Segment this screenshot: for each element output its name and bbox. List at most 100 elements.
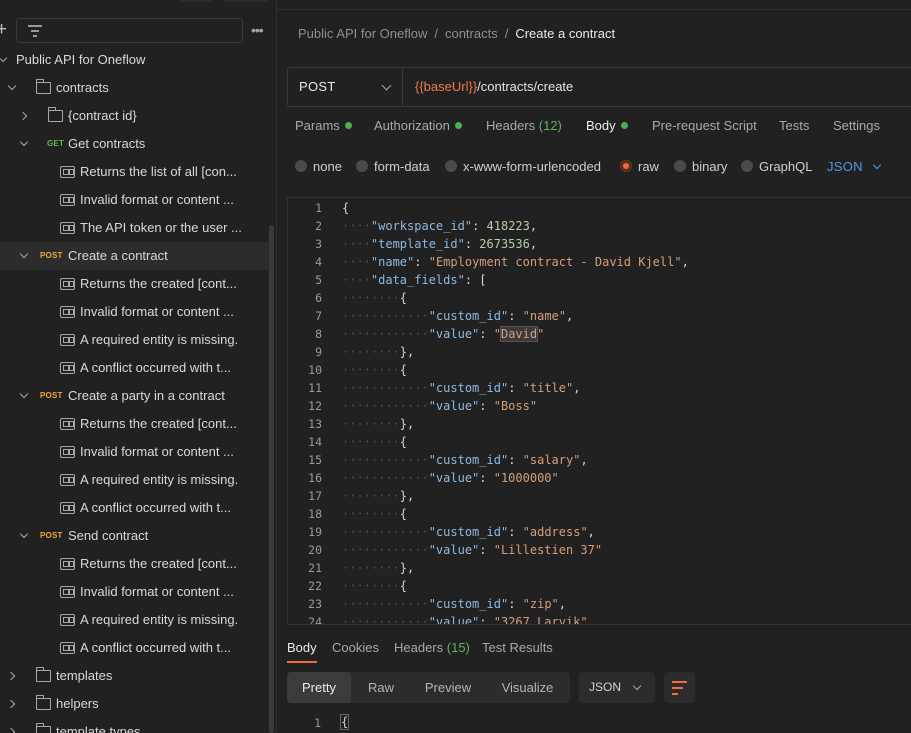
sidebar-toolbar: + •••: [0, 16, 277, 46]
response-tab-cookies[interactable]: Cookies: [332, 640, 379, 655]
tree-example-item[interactable]: Invalid format or content ...: [0, 578, 270, 606]
tree-example-item[interactable]: A conflict occurred with t...: [0, 634, 270, 662]
chevron-down-icon: [872, 160, 882, 170]
tree-folder-item[interactable]: contracts: [0, 74, 270, 102]
tree-folder-item[interactable]: template types: [0, 718, 270, 733]
response-tab-test-results[interactable]: Test Results: [482, 640, 553, 655]
chevron-down-icon[interactable]: [19, 382, 31, 410]
chevron-down-icon[interactable]: [0, 46, 10, 74]
chevron-right-icon[interactable]: [19, 102, 31, 130]
mode-none[interactable]: none: [295, 159, 342, 174]
chevron-right-icon[interactable]: [7, 718, 19, 733]
json-number: 418223: [486, 219, 530, 233]
filter-input[interactable]: [16, 18, 243, 43]
tab-headers[interactable]: Headers (12): [486, 118, 562, 144]
breadcrumb-separator: /: [434, 26, 438, 41]
tab-params[interactable]: Params: [295, 118, 352, 144]
mode-binary[interactable]: binary: [674, 159, 727, 174]
response-tab-headers[interactable]: Headers (15): [394, 640, 470, 655]
tree-request-item[interactable]: POST Create a party in a contract: [0, 382, 270, 410]
mode-graphql[interactable]: GraphQL: [741, 159, 812, 174]
body-code-editor[interactable]: 1 2 3 4 5 6 7 8 9 10 11 12 13 14 15 16 17 18 19 20 21 22 23 24 …: [287, 197, 911, 625]
tree-folder-item[interactable]: templates: [0, 662, 270, 690]
json-key: "custom_id": [428, 597, 509, 611]
json-punctuation: :: [479, 327, 494, 341]
response-language-select[interactable]: JSON: [579, 672, 655, 703]
tree-folder-item[interactable]: {contract id}: [0, 102, 270, 130]
view-raw-button[interactable]: Raw: [351, 672, 411, 703]
whitespace-marker: ····: [342, 237, 371, 251]
view-visualize-button[interactable]: Visualize: [485, 672, 570, 703]
code-content[interactable]: {····"workspace_id": 418223, ····"templat…: [342, 198, 911, 624]
new-item-button[interactable]: +: [0, 19, 10, 43]
method-select[interactable]: POST: [288, 68, 403, 106]
json-key: "name": [370, 255, 415, 269]
tree-example-item[interactable]: A required entity is missing.: [0, 606, 270, 634]
tree-item-label: A conflict occurred with t...: [80, 640, 232, 655]
tree-item-label: Create a party in a contract: [68, 388, 225, 403]
view-pretty-button[interactable]: Pretty: [287, 672, 351, 703]
tree-request-item[interactable]: POST Create a contract: [0, 242, 270, 270]
toolbar-button-partial[interactable]: [222, 0, 270, 2]
response-body-viewer[interactable]: 1 {: [277, 714, 911, 733]
json-punctuation: ,: [566, 309, 574, 323]
toolbar-button-partial[interactable]: [178, 0, 214, 2]
view-preview-button[interactable]: Preview: [411, 672, 485, 703]
tree-folder-item[interactable]: helpers: [0, 690, 270, 718]
tab-label: Params: [295, 118, 340, 133]
wrap-lines-button[interactable]: [664, 672, 695, 703]
tree-example-item[interactable]: A required entity is missing.: [0, 466, 270, 494]
tree-request-item[interactable]: GET Get contracts: [0, 130, 270, 158]
chevron-down-icon[interactable]: [19, 522, 31, 550]
language-select[interactable]: JSON: [827, 159, 863, 174]
tree-example-item[interactable]: The API token or the user ...: [0, 214, 270, 242]
breadcrumb-current[interactable]: Create a contract: [515, 26, 615, 41]
example-icon: [60, 362, 75, 374]
tree-item-label: Returns the created [cont...: [80, 556, 237, 571]
chevron-down-icon[interactable]: [19, 242, 31, 270]
tree-example-item[interactable]: A required entity is missing.: [0, 326, 270, 354]
tab-settings[interactable]: Settings: [833, 118, 880, 144]
tree-collection-item[interactable]: Public API for Oneflow: [0, 46, 270, 74]
line-number: 22: [308, 579, 322, 593]
tree-example-item[interactable]: Returns the created [cont...: [0, 270, 270, 298]
tree-example-item[interactable]: Invalid format or content ...: [0, 186, 270, 214]
chevron-right-icon[interactable]: [7, 662, 19, 690]
example-icon: [60, 642, 75, 654]
sidebar-scrollbar[interactable]: [269, 225, 274, 733]
tree-example-item[interactable]: Returns the created [cont...: [0, 550, 270, 578]
chevron-down-icon[interactable]: [19, 130, 31, 158]
tree-item-label: A required entity is missing.: [80, 332, 239, 347]
breadcrumb-collection[interactable]: Public API for Oneflow: [298, 26, 427, 41]
tree-example-item[interactable]: A conflict occurred with t...: [0, 494, 270, 522]
json-punctuation: {: [399, 507, 408, 521]
mode-form-data[interactable]: form-data: [356, 159, 430, 174]
chevron-down-icon[interactable]: [7, 74, 19, 102]
chevron-right-icon[interactable]: [7, 690, 19, 718]
tab-authorization[interactable]: Authorization: [374, 118, 462, 144]
tree-example-item[interactable]: A conflict occurred with t...: [0, 354, 270, 382]
json-key: "value": [428, 543, 480, 557]
url-input[interactable]: {{baseUrl}}/contracts/create: [415, 79, 573, 94]
tab-body[interactable]: Body: [586, 118, 628, 144]
mode-raw[interactable]: raw: [620, 159, 659, 174]
breadcrumb-folder[interactable]: contracts: [445, 26, 498, 41]
response-tab-body[interactable]: Body: [287, 640, 317, 655]
tree-request-item[interactable]: POST Send contract: [0, 522, 270, 550]
json-number: 2673536: [479, 237, 530, 251]
tab-tests[interactable]: Tests: [779, 118, 809, 144]
tree-example-item[interactable]: Returns the list of all [con...: [0, 158, 270, 186]
status-dot: [620, 122, 628, 129]
line-number: 5: [315, 273, 322, 287]
mode-urlencoded[interactable]: x-www-form-urlencoded: [445, 159, 601, 174]
tree-example-item[interactable]: Invalid format or content ...: [0, 298, 270, 326]
line-number: 10: [308, 363, 322, 377]
more-options-button[interactable]: •••: [251, 20, 269, 40]
tab-pre-request-script[interactable]: Pre-request Script: [652, 118, 757, 144]
folder-icon: [36, 695, 51, 710]
tab-strip-divider: [277, 9, 911, 10]
tree-example-item[interactable]: Invalid format or content ...: [0, 438, 270, 466]
tree-example-item[interactable]: Returns the created [cont...: [0, 410, 270, 438]
status-dot: [454, 122, 462, 129]
line-number: 14: [308, 435, 322, 449]
